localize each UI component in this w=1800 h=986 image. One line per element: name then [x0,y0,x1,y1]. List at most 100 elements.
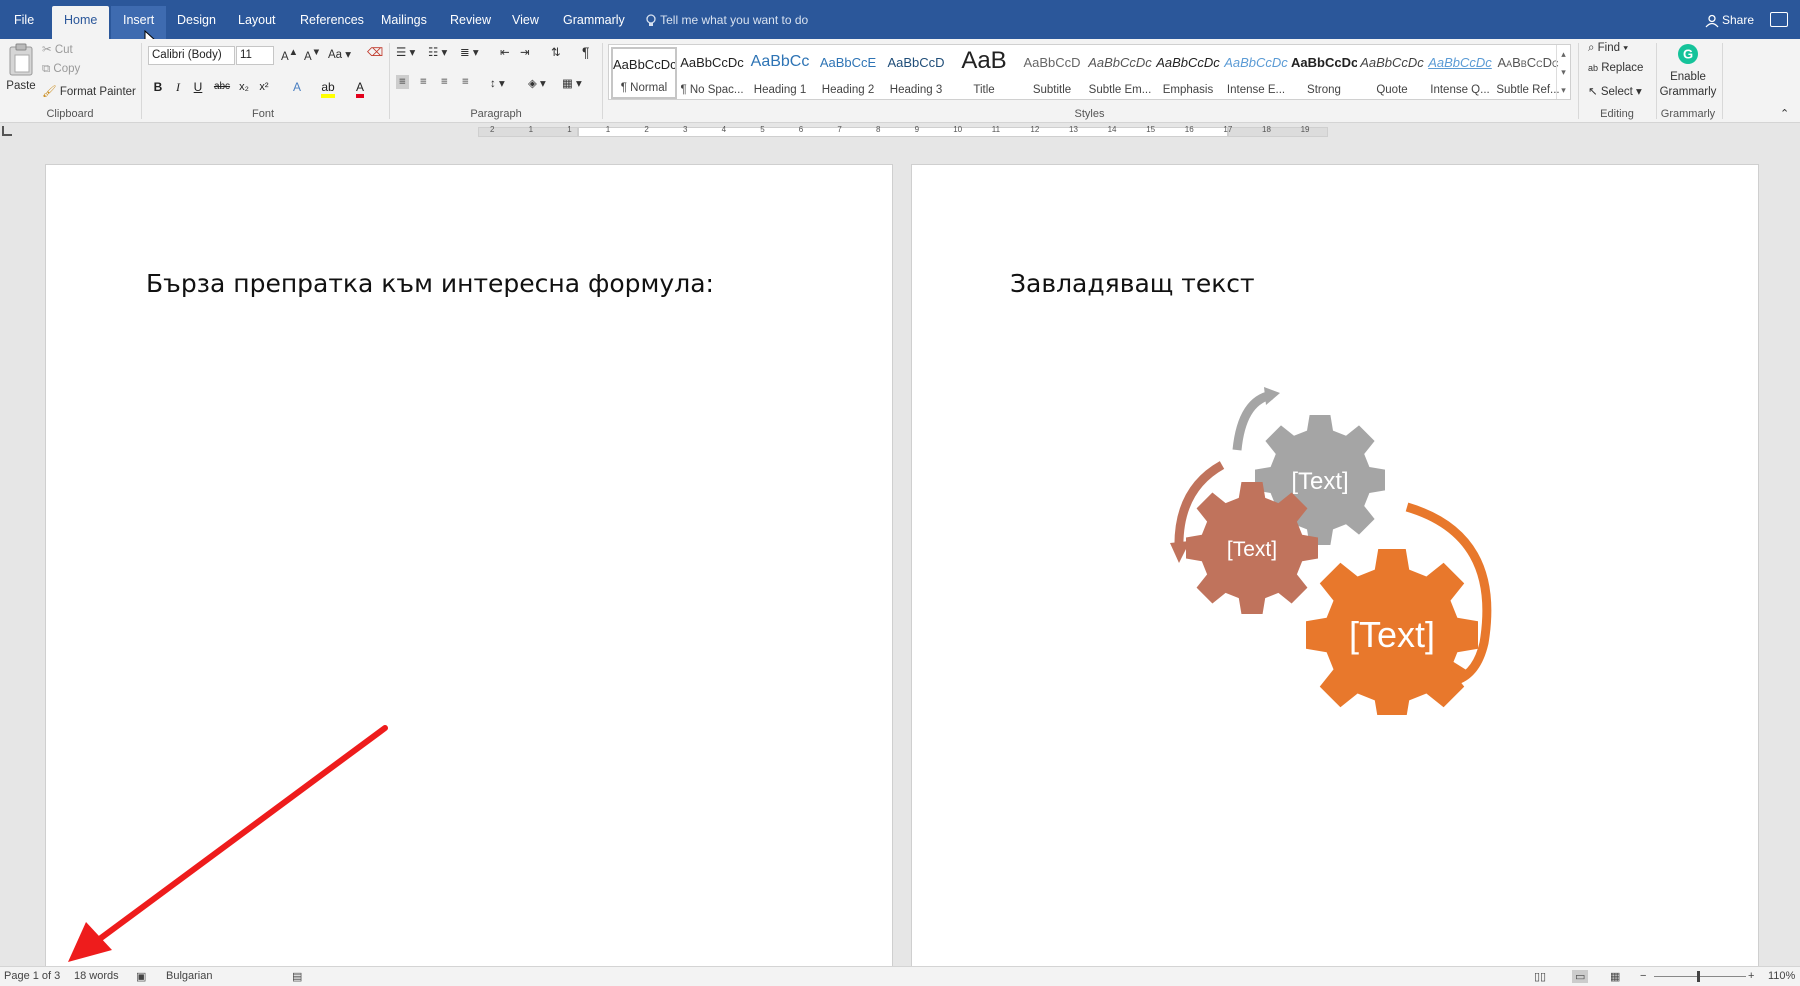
zoom-slider-track[interactable] [1654,976,1746,977]
ruler-number: 15 [1146,125,1156,134]
font-color-button[interactable]: A [350,77,370,98]
gear-orange-label[interactable]: [Text] [1349,614,1435,655]
tab-home[interactable]: Home [52,6,110,39]
gear-smartart[interactable]: [Text] [Text] [Text] [1142,375,1502,715]
page-count[interactable]: Page 1 of 3 [4,970,60,982]
zoom-slider-thumb[interactable] [1697,971,1700,982]
change-case-button[interactable]: Aa ▾ [328,47,351,61]
find-button[interactable]: ⌕ Find ▾ [1588,42,1628,55]
style-preview: AaBbCcE [819,55,877,70]
tab-mailings[interactable]: Mailings [369,6,439,39]
style-subtle-emphasis[interactable]: AaBbCcDc Subtle Em... [1087,47,1153,99]
page-1-text[interactable]: Бърза препратка към интересна формула: [146,269,714,298]
zoom-in-button[interactable]: + [1748,970,1754,982]
page-2-text[interactable]: Завладяващ текст [1010,269,1255,298]
paste-button[interactable]: Paste [6,43,36,92]
style-heading-3[interactable]: AaBbCcD Heading 3 [883,47,949,99]
style-strong[interactable]: AaBbCcDc Strong [1291,47,1357,99]
change-case-label: Aa [328,49,343,61]
style-normal[interactable]: AaBbCcDc ¶ Normal [611,47,677,99]
underline-button[interactable]: U [188,77,208,97]
shading-icon[interactable]: ◈ ▾ [528,76,546,90]
subscript-button[interactable]: x₂ [234,77,254,97]
clear-formatting-icon[interactable]: ⌫ [367,45,383,59]
align-right-icon[interactable]: ≡ [441,76,448,88]
separator [1578,43,1579,119]
tab-design[interactable]: Design [165,6,228,39]
cut-button[interactable]: ✂ Cut [42,42,73,56]
borders-icon[interactable]: ▦ ▾ [562,76,582,90]
line-spacing-icon[interactable]: ↕ ▾ [490,76,505,90]
tab-references[interactable]: References [288,6,376,39]
style-title[interactable]: AaB Title [951,47,1017,99]
sort-icon[interactable]: ⇅ [551,45,561,59]
select-button[interactable]: ↖ Select ▾ [1588,84,1642,98]
zoom-out-button[interactable]: − [1640,970,1646,982]
tab-review[interactable]: Review [438,6,503,39]
document-page-2[interactable]: Завладяващ текст [Text] [Text] [Text] [911,164,1759,970]
font-size-box[interactable]: 11 [236,46,274,65]
decrease-indent-icon[interactable]: ⇤ [500,45,510,59]
style-subtle-reference[interactable]: AaBbCcDc Subtle Ref... [1495,47,1561,99]
style-subtitle[interactable]: AaBbCcD Subtitle [1019,47,1085,99]
bullets-icon[interactable]: ☰ ▾ [396,45,415,59]
replace-button[interactable]: ab Replace [1588,62,1643,74]
style-emphasis[interactable]: AaBbCcDc Emphasis [1155,47,1221,99]
enable-grammarly-button[interactable]: G Enable Grammarly [1658,43,1718,100]
ruler-text-area [578,127,1228,137]
tell-me-search[interactable]: Tell me what you want to do [645,6,808,35]
comments-icon[interactable] [1770,12,1788,27]
bold-button[interactable]: B [148,77,168,97]
style-no-spacing[interactable]: AaBbCcDc ¶ No Spac... [679,47,745,99]
highlight-color-button[interactable]: ab [318,77,338,98]
tab-selector-icon[interactable] [2,126,12,136]
style-preview: AaBbCcD [887,55,945,70]
gear-brown-label[interactable]: [Text] [1227,538,1277,561]
share-button[interactable]: Share [1705,6,1754,35]
format-painter-button[interactable]: 🖌 Format Painter [42,84,136,98]
proofing-icon[interactable]: ▣ [136,970,146,983]
increase-indent-icon[interactable]: ⇥ [520,45,530,59]
shrink-font-button[interactable]: A▼ [304,47,321,63]
tab-view[interactable]: View [500,6,551,39]
word-count[interactable]: 18 words [74,970,119,982]
zoom-level[interactable]: 110% [1768,970,1795,982]
multilevel-list-icon[interactable]: ≣ ▾ [460,45,479,59]
grow-font-button[interactable]: A▲ [281,47,298,63]
text-effects-icon[interactable]: A [287,77,307,97]
tab-grammarly[interactable]: Grammarly [551,6,637,39]
align-center-icon[interactable]: ≡ [420,76,427,88]
collapse-ribbon-icon[interactable]: ⌃ [1780,107,1789,120]
enable-label: Enable [1670,71,1706,83]
styles-scroll[interactable]: ▴ ▾ ▾ [1556,45,1570,99]
style-heading-1[interactable]: AaBbCc Heading 1 [747,47,813,99]
macro-recording-icon[interactable]: ▤ [292,970,302,983]
ruler-number: 14 [1107,125,1117,134]
pilcrow-icon[interactable]: ¶ [582,44,590,60]
separator [389,43,390,119]
strikethrough-button[interactable]: abc [212,77,232,97]
style-quote[interactable]: AaBbCcDc Quote [1359,47,1425,99]
style-intense-emphasis[interactable]: AaBbCcDc Intense E... [1223,47,1289,99]
copy-button[interactable]: ⧉ Copy [42,63,80,76]
style-preview: AaBbCcDc [680,55,744,70]
web-layout-icon[interactable]: ▦ [1610,970,1620,983]
language-indicator[interactable]: Bulgarian [166,970,212,982]
superscript-button[interactable]: x² [254,77,274,97]
tab-layout[interactable]: Layout [226,6,288,39]
style-intense-quote[interactable]: AaBbCcDc Intense Q... [1427,47,1493,99]
font-name-box[interactable]: Calibri (Body) [148,46,235,65]
ruler-right-margin [1228,127,1328,137]
cursor-select-icon: ↖ [1588,86,1598,98]
numbering-icon[interactable]: ☷ ▾ [428,45,447,59]
tab-file[interactable]: File [2,6,46,39]
print-layout-icon[interactable]: ▭ [1572,970,1589,983]
ruler-number: 7 [837,125,842,134]
style-heading-2[interactable]: AaBbCcE Heading 2 [815,47,881,99]
italic-button[interactable]: I [168,77,188,97]
gear-gray-label[interactable]: [Text] [1291,468,1348,495]
align-left-icon[interactable]: ≡ [396,75,409,89]
magnifier-icon: ⌕ [1588,42,1595,54]
read-mode-icon[interactable]: ▯▯ [1534,970,1546,983]
justify-icon[interactable]: ≡ [462,76,469,88]
